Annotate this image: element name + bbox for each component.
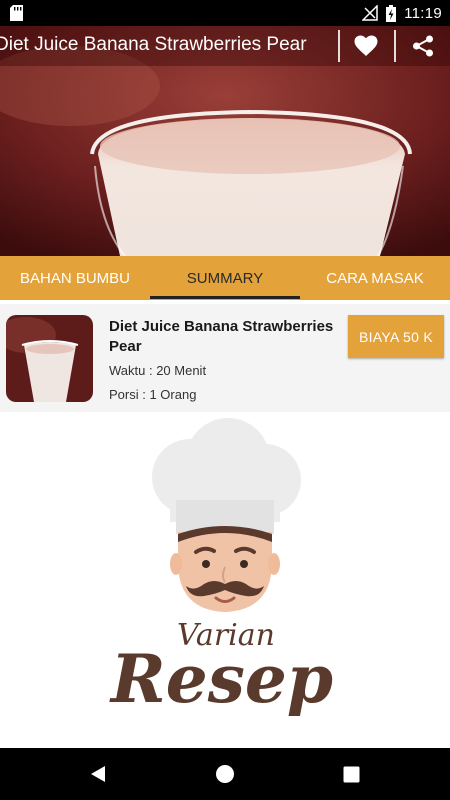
recents-icon [343,766,359,782]
status-bar: 11:19 [0,0,450,26]
logo-area: Varian Resep [0,412,450,748]
home-button[interactable] [195,748,255,800]
chef-logo: Varian Resep [109,418,333,718]
logo-text-resep: Resep [109,640,333,718]
tab-bar: BAHAN BUMBU SUMMARY CARA MASAK [0,256,450,300]
recipe-summary-card: Diet Juice Banana Strawberries Pear Wakt… [0,304,450,412]
recipe-title: Diet Juice Banana Strawberries Pear [109,318,334,355]
servings: Porsi : 1 Orang [109,387,197,402]
recents-button[interactable] [321,748,381,800]
navigation-bar [0,748,450,800]
active-tab-indicator [150,296,300,299]
tab-summary[interactable]: SUMMARY [150,256,300,300]
recipe-thumbnail [6,315,93,402]
app-bar-title: Diet Juice Banana Strawberries Pear [0,34,307,55]
tab-bahan-bumbu[interactable]: BAHAN BUMBU [0,256,150,300]
signal-off-icon [362,5,378,21]
favorite-button[interactable] [341,26,391,66]
app-bar-divider [394,30,396,62]
heart-icon [354,35,378,56]
app-bar: Diet Juice Banana Strawberries Pear [0,26,450,66]
home-icon [216,765,234,783]
app-bar-divider [338,30,340,62]
cost-button[interactable]: BIAYA 50 K [348,315,444,358]
cooking-time: Waktu : 20 Menit [109,363,207,378]
tab-cara-masak[interactable]: CARA MASAK [300,256,450,300]
sd-card-icon [10,5,23,21]
back-icon [91,766,105,782]
battery-charging-icon [386,4,397,22]
clock: 11:19 [404,4,442,22]
share-button[interactable] [398,26,448,66]
share-icon [413,35,433,57]
back-button[interactable] [68,748,128,800]
